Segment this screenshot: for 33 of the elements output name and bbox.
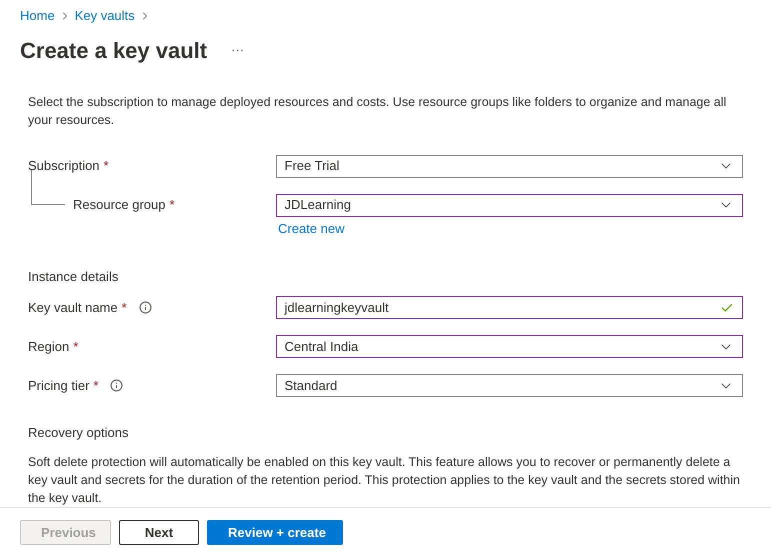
dropdown[interactable]: Standard bbox=[276, 374, 743, 397]
required-mark: * bbox=[73, 338, 78, 356]
required-mark: * bbox=[104, 157, 109, 176]
more-options-button[interactable]: ··· bbox=[231, 40, 244, 60]
breadcrumb-link[interactable]: Home bbox=[20, 6, 55, 26]
section-description: Soft delete protection will automatically be enabled on this key vault. This feature allows you to recover or permanently delete a key vault and secrets for the duration of the retention period. This protection applies to the key vault and the secrets stored within the key vault. bbox=[28, 454, 741, 506]
required-mark: * bbox=[170, 196, 175, 214]
info-icon[interactable] bbox=[138, 301, 152, 314]
field-label: Subscription bbox=[28, 157, 100, 176]
field-label: Pricing tier bbox=[28, 376, 90, 395]
field-value: Standard bbox=[284, 376, 338, 395]
create-new-link[interactable]: Create new bbox=[278, 220, 344, 236]
field-label: Key vault name bbox=[28, 298, 118, 317]
field-label: Region bbox=[28, 338, 70, 356]
required-mark: * bbox=[122, 298, 127, 317]
field-value: jdlearningkeyvault bbox=[284, 298, 389, 317]
page-title: Create a key vault bbox=[20, 36, 208, 65]
dropdown[interactable]: Central India bbox=[276, 335, 743, 358]
text-input[interactable]: jdlearningkeyvault bbox=[276, 296, 743, 319]
field-value: JDLearning bbox=[284, 196, 352, 214]
section-heading: Instance details bbox=[28, 268, 120, 286]
field-value: Free Trial bbox=[284, 157, 340, 176]
section-description: Select the subscription to manage deployed resources and costs. Use resource groups like folders to organize and manage all your resources. bbox=[28, 94, 728, 128]
dropdown[interactable]: Free Trial bbox=[276, 154, 743, 178]
field-value: Central India bbox=[284, 338, 358, 356]
section-heading: Recovery options bbox=[28, 424, 130, 442]
required-mark: * bbox=[93, 376, 98, 395]
info-icon[interactable] bbox=[110, 379, 124, 392]
footer-button[interactable]: Next bbox=[119, 520, 199, 545]
field-label: Resource group bbox=[73, 196, 166, 214]
breadcrumb-link[interactable]: Key vaults bbox=[74, 6, 135, 26]
dropdown[interactable]: JDLearning bbox=[276, 194, 743, 216]
footer-button[interactable]: Review + create bbox=[207, 520, 343, 545]
